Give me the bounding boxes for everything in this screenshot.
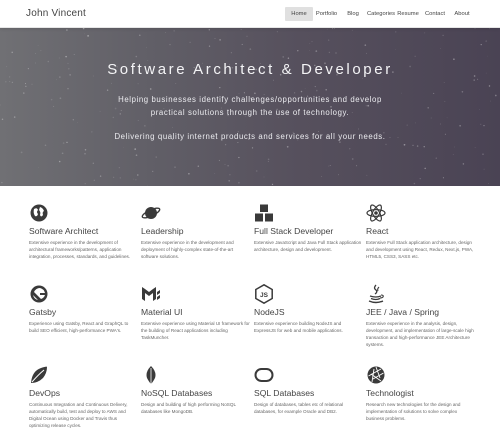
devops-icon [29,365,49,385]
skill-description: Experience using Gatsby, React and Graph… [29,321,129,334]
aperture-icon [366,365,386,385]
skill-description: Design of databases, tables etc of relat… [254,402,344,415]
skill-description: Extensive experience in the analysis, de… [366,321,474,348]
skill-description: Continuous Integration and Continuous De… [29,402,128,429]
nav-home[interactable]: Home [285,7,313,21]
top-navbar: John Vincent Home Portfolio Blog Categor… [0,0,500,28]
hero-subtagline: Delivering quality internet products and… [114,132,386,141]
globe-icon [29,203,49,223]
skill-title: Leadership [141,226,184,236]
nav-about[interactable]: About [451,7,473,21]
skill-title: Gatsby [29,307,57,317]
skill-description: Extensive experience in the development … [29,240,131,260]
skill-title: NodeJS [254,307,285,317]
brand-name[interactable]: John Vincent [26,8,86,19]
skill-title: React [366,226,389,236]
hero-banner: Software Architect & Developer Helping b… [0,28,500,186]
skill-title: Full Stack Developer [254,226,334,236]
nav-portfolio[interactable]: Portfolio [314,7,339,21]
skill-title: Technologist [366,388,414,398]
java-icon [366,284,386,304]
material-ui-icon [141,284,161,304]
nav-categories[interactable]: Categories [366,7,396,21]
nodejs-icon: JS [254,284,274,304]
database-icon [254,365,274,385]
skill-description: Extensive experience building NodeJS and… [254,321,343,334]
skill-title: JEE / Java / Spring [366,307,440,317]
react-icon [366,203,386,223]
hero-tagline: Helping businesses identify challenges/o… [118,95,382,117]
nav-contact[interactable]: Contact [423,7,447,21]
cubes-icon [254,203,274,223]
leaf-icon [141,365,161,385]
skill-title: Software Architect [29,226,99,236]
skill-description: Research new technologies for the design… [366,402,461,422]
skill-title: NoSQL Databases [141,388,213,398]
planet-icon [141,203,161,223]
skill-title: Material UI [141,307,183,317]
skill-description: Extensive experience in the development … [141,240,234,260]
skill-description: Extensive Full Stack application archite… [366,240,474,260]
gatsby-icon [29,284,49,304]
skill-description: Extensive experience using Material UI f… [141,321,250,341]
nav-blog[interactable]: Blog [343,7,363,21]
nav-resume[interactable]: Resume [396,7,420,21]
hero-title: Software Architect & Developer [107,61,393,78]
svg-text:JS: JS [260,292,269,299]
skill-title: DevOps [29,388,61,398]
skill-title: SQL Databases [254,388,315,398]
skill-description: Extensive JavaScript and Java Full Stack… [254,240,362,253]
skill-description: Design and building of high performing N… [141,402,236,415]
